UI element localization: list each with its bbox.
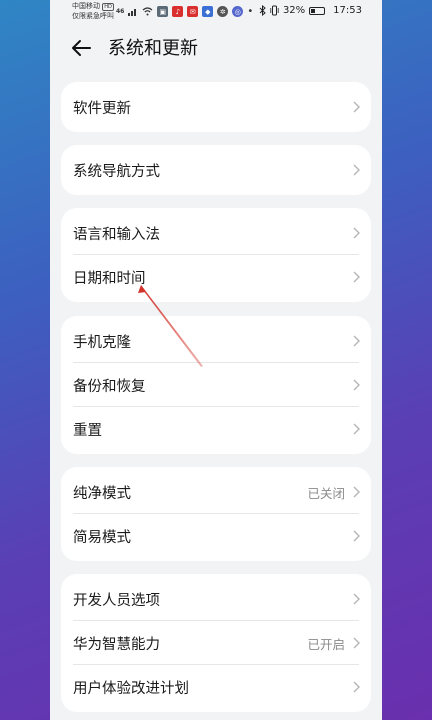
settings-item[interactable]: 用户体验改进计划 (61, 665, 371, 709)
emergency-text: 仅限紧急呼叫 (72, 12, 114, 20)
settings-group: 软件更新 (61, 82, 371, 132)
shopping-notification-icon: ◆ (202, 6, 214, 17)
settings-item-label: 华为智慧能力 (73, 636, 160, 653)
chevron-right-icon (353, 335, 360, 347)
settings-item[interactable]: 简易模式 (61, 514, 371, 558)
chevron-right-icon (353, 164, 360, 176)
more-notifications-icon: • (247, 6, 254, 17)
carrier-info: 中国移动 HD 仅限紧急呼叫 (72, 2, 114, 21)
settings-item-value: 已开启 (307, 636, 345, 652)
settings-item[interactable]: 纯净模式 已关闭 (61, 470, 371, 514)
signal-icon (128, 9, 137, 16)
carrier-name: 中国移动 (72, 2, 100, 10)
notification-icons: 46 ▣ ♪ ✉ ◆ ✲ ◎ • (116, 6, 253, 17)
settings-item[interactable]: 语言和输入法 (61, 211, 371, 255)
hd-badge: HD (102, 3, 114, 11)
settings-item-label: 简易模式 (73, 529, 131, 546)
chevron-right-icon (353, 227, 360, 239)
settings-item[interactable]: 系统导航方式 (61, 148, 371, 192)
settings-group: 开发人员选项 华为智慧能力 已开启用户体验改进计划 (61, 574, 371, 712)
settings-item[interactable]: 开发人员选项 (61, 577, 371, 621)
settings-item[interactable]: 重置 (61, 407, 371, 451)
chevron-right-icon (353, 423, 360, 435)
wifi-icon (142, 7, 153, 16)
settings-item-label: 重置 (73, 422, 102, 439)
music-notification-icon: ♪ (172, 6, 184, 17)
settings-item[interactable]: 华为智慧能力 已开启 (61, 621, 371, 665)
settings-item-label: 系统导航方式 (73, 163, 160, 180)
settings-item[interactable]: 软件更新 (61, 85, 371, 129)
chevron-right-icon (353, 637, 360, 649)
app-notification-icon: ▣ (157, 6, 169, 17)
settings-item[interactable]: 日期和时间 (61, 255, 371, 299)
settings-item-label: 备份和恢复 (73, 378, 146, 395)
vibrate-icon (270, 5, 279, 16)
chevron-right-icon (353, 271, 360, 283)
settings-group: 语言和输入法 日期和时间 (61, 208, 371, 302)
phone-screen: 中国移动 HD 仅限紧急呼叫 46 ▣ ♪ ✉ ◆ ✲ ◎ • 32% 17:5… (50, 0, 382, 720)
settings-item[interactable]: 手机克隆 (61, 319, 371, 363)
settings-group: 纯净模式 已关闭简易模式 (61, 467, 371, 561)
settings-item-label: 软件更新 (73, 100, 131, 117)
battery-icon (309, 6, 326, 15)
settings-item-label: 语言和输入法 (73, 226, 160, 243)
settings-item-label: 日期和时间 (73, 270, 146, 287)
compass-notification-icon: ◎ (232, 6, 244, 17)
back-arrow-icon[interactable] (70, 36, 92, 60)
battery-percent: 32% (282, 5, 306, 16)
page-header: 系统和更新 (50, 32, 382, 66)
settings-notification-icon: ✲ (217, 6, 229, 17)
chevron-right-icon (353, 593, 360, 605)
chevron-right-icon (353, 101, 360, 113)
bluetooth-icon (259, 5, 266, 16)
clock: 17:53 (333, 5, 362, 16)
settings-group: 系统导航方式 (61, 145, 371, 195)
settings-item-value: 已关闭 (307, 485, 345, 501)
signal-indicator: 46 (116, 8, 125, 15)
settings-item-label: 手机克隆 (73, 334, 131, 351)
chevron-right-icon (353, 379, 360, 391)
system-indicators: 32% 17:53 (259, 5, 362, 16)
settings-item-label: 用户体验改进计划 (73, 680, 189, 697)
settings-item-label: 开发人员选项 (73, 592, 160, 609)
settings-group: 手机克隆备份和恢复重置 (61, 316, 371, 454)
chevron-right-icon (353, 486, 360, 498)
page-title: 系统和更新 (108, 38, 198, 59)
settings-item[interactable]: 备份和恢复 (61, 363, 371, 407)
message-notification-icon: ✉ (187, 6, 199, 17)
chevron-right-icon (353, 681, 360, 693)
battery-level-fill (311, 8, 316, 13)
settings-item-label: 纯净模式 (73, 485, 131, 502)
status-bar: 中国移动 HD 仅限紧急呼叫 46 ▣ ♪ ✉ ◆ ✲ ◎ • 32% 17:5… (50, 0, 382, 24)
chevron-right-icon (353, 530, 360, 542)
